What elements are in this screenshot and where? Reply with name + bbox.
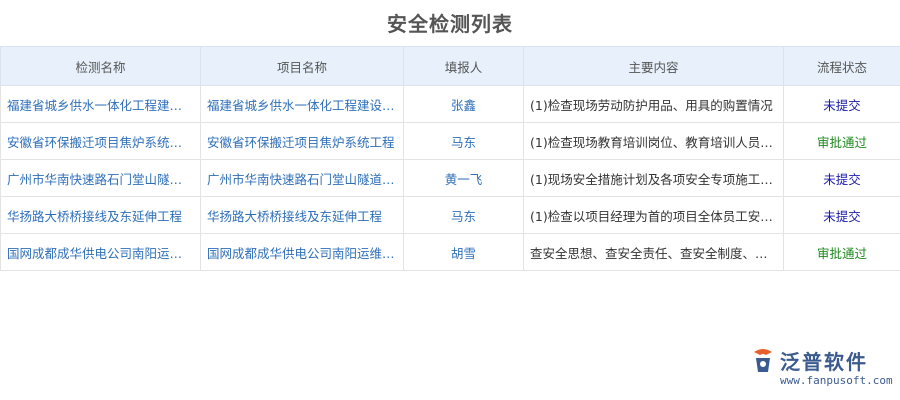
- column-header-inspection-name[interactable]: 检测名称: [0, 46, 201, 86]
- table-row[interactable]: 广州市华南快速路石门堂山隧道工程 广州市华南快速路石门堂山隧道工程 黄一飞 (1…: [0, 159, 900, 197]
- column-header-reporter[interactable]: 填报人: [403, 46, 524, 86]
- table-row[interactable]: 安徽省环保搬迁项目焦炉系统工程 安徽省环保搬迁项目焦炉系统工程 马东 (1)检查…: [0, 122, 900, 160]
- brand-logo: 泛普软件 www.fanpusoft.com: [750, 344, 893, 392]
- status-badge: 审批通过: [783, 233, 900, 271]
- project-name-cell[interactable]: 国网成都成华供电公司南阳运维项目: [200, 233, 404, 271]
- fanpu-logo-icon: [754, 349, 772, 372]
- project-name-cell[interactable]: 华扬路大桥桥接线及东延伸工程: [200, 196, 404, 234]
- inspection-name-cell[interactable]: 安徽省环保搬迁项目焦炉系统工程: [0, 122, 201, 160]
- main-content-cell: (1)检查现场劳动防护用品、用具的购置情况: [523, 85, 784, 123]
- reporter-cell[interactable]: 黄一飞: [403, 159, 524, 197]
- status-badge: 未提交: [783, 159, 900, 197]
- table-header-row: 检测名称 项目名称 填报人 主要内容 流程状态: [0, 46, 900, 86]
- main-content-cell: (1)现场安全措施计划及各项安全专项施工方案: [523, 159, 784, 197]
- safety-inspection-table: 检测名称 项目名称 填报人 主要内容 流程状态 福建省城乡供水一体化工程建设项目…: [0, 46, 900, 271]
- status-badge: 未提交: [783, 196, 900, 234]
- brand-name: 泛普软件: [780, 350, 868, 374]
- main-content-cell: 查安全思想、查安全责任、查安全制度、查安全措施: [523, 233, 784, 271]
- status-badge: 审批通过: [783, 122, 900, 160]
- inspection-name-cell[interactable]: 国网成都成华供电公司南阳运维项目: [0, 233, 201, 271]
- table-row[interactable]: 福建省城乡供水一体化工程建设项目 福建省城乡供水一体化工程建设项目 张鑫 (1)…: [0, 85, 900, 123]
- status-badge: 未提交: [783, 85, 900, 123]
- main-content-cell: (1)检查以项目经理为首的项目全体员工安全职责: [523, 196, 784, 234]
- table-row[interactable]: 华扬路大桥桥接线及东延伸工程 华扬路大桥桥接线及东延伸工程 马东 (1)检查以项…: [0, 196, 900, 234]
- column-header-main-content[interactable]: 主要内容: [523, 46, 784, 86]
- inspection-name-cell[interactable]: 广州市华南快速路石门堂山隧道工程: [0, 159, 201, 197]
- brand-url: www.fanpusoft.com: [780, 374, 893, 387]
- column-header-process-status[interactable]: 流程状态: [783, 46, 900, 86]
- inspection-name-cell[interactable]: 华扬路大桥桥接线及东延伸工程: [0, 196, 201, 234]
- column-header-project-name[interactable]: 项目名称: [200, 46, 404, 86]
- main-content-cell: (1)检查现场教育培训岗位、教育培训人员情况: [523, 122, 784, 160]
- reporter-cell[interactable]: 马东: [403, 122, 524, 160]
- project-name-cell[interactable]: 广州市华南快速路石门堂山隧道工程: [200, 159, 404, 197]
- inspection-name-cell[interactable]: 福建省城乡供水一体化工程建设项目: [0, 85, 201, 123]
- reporter-cell[interactable]: 马东: [403, 196, 524, 234]
- page-title: 安全检测列表: [387, 12, 513, 36]
- table-row[interactable]: 国网成都成华供电公司南阳运维项目 国网成都成华供电公司南阳运维项目 胡雪 查安全…: [0, 233, 900, 271]
- project-name-cell[interactable]: 福建省城乡供水一体化工程建设项目: [200, 85, 404, 123]
- project-name-cell[interactable]: 安徽省环保搬迁项目焦炉系统工程: [200, 122, 404, 160]
- reporter-cell[interactable]: 胡雪: [403, 233, 524, 271]
- reporter-cell[interactable]: 张鑫: [403, 85, 524, 123]
